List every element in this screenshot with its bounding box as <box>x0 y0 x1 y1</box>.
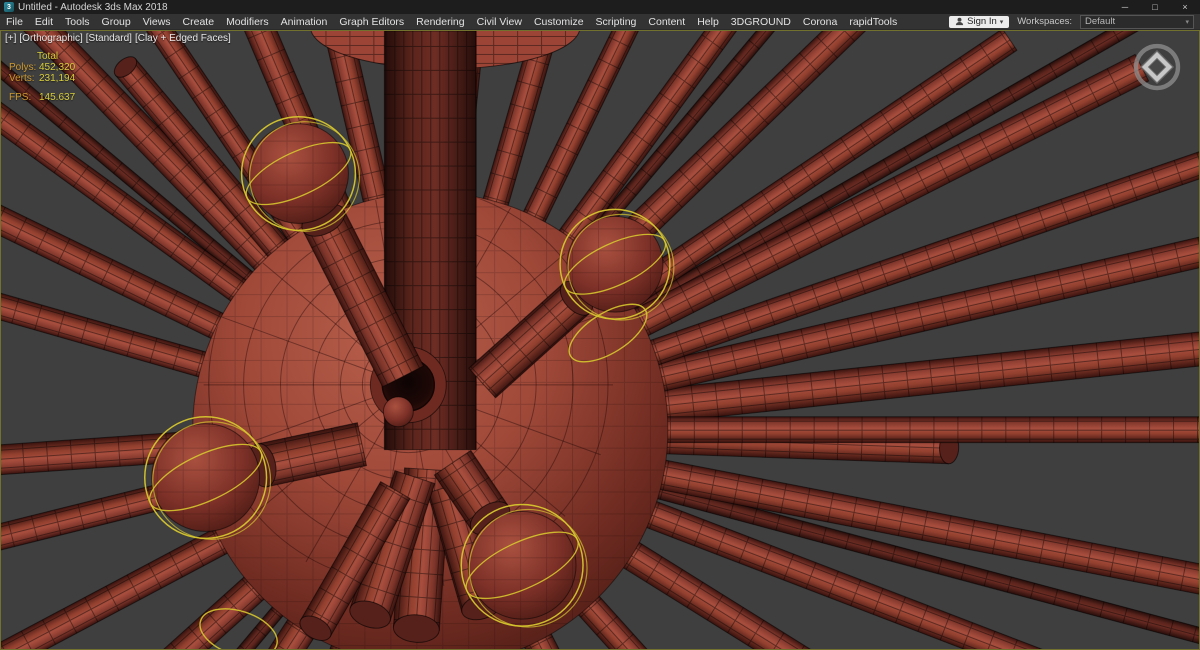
menu-item-customize[interactable]: Customize <box>528 14 590 29</box>
menu-item-group[interactable]: Group <box>96 14 137 29</box>
viewport-pov-menu[interactable]: [Orthographic] <box>19 33 82 44</box>
menu-item-rendering[interactable]: Rendering <box>410 14 470 29</box>
viewport-statistics: Total Polys: 452,320 Verts: 231,194 FPS:… <box>9 52 75 104</box>
menu-item-tools[interactable]: Tools <box>59 14 96 29</box>
menubar-right: Sign In ▾ Workspaces: Default ▾ <box>949 14 1200 29</box>
menu-item-modifiers[interactable]: Modifiers <box>220 14 275 29</box>
minimize-button[interactable]: ─ <box>1110 0 1140 14</box>
viewport-canvas[interactable] <box>1 31 1199 649</box>
menu-item-rapidtools[interactable]: rapidTools <box>843 14 903 29</box>
title-bar: 3 Untitled - Autodesk 3ds Max 2018 ─ □ × <box>0 0 1200 14</box>
menu-item-animation[interactable]: Animation <box>275 14 334 29</box>
menu-item-civil-view[interactable]: Civil View <box>471 14 528 29</box>
menu-item-scripting[interactable]: Scripting <box>590 14 643 29</box>
menu-bar: File Edit Tools Group Views Create Modif… <box>0 14 1200 30</box>
window-controls: ─ □ × <box>1110 0 1200 14</box>
viewcube-gizmo[interactable] <box>1129 39 1185 95</box>
sign-in-label: Sign In <box>967 16 997 27</box>
maximize-button[interactable]: □ <box>1140 0 1170 14</box>
stats-polys-label: Polys: <box>9 62 37 73</box>
menu-item-graph-editors[interactable]: Graph Editors <box>333 14 410 29</box>
stats-verts-value: 231,194 <box>39 73 76 84</box>
menu-item-3dground[interactable]: 3DGROUND <box>725 14 797 29</box>
viewport-shading-menu[interactable]: [Clay + Edged Faces] <box>135 33 231 44</box>
menu-item-edit[interactable]: Edit <box>29 14 59 29</box>
menu-item-views[interactable]: Views <box>137 14 177 29</box>
window-title: Untitled - Autodesk 3ds Max 2018 <box>18 1 168 13</box>
chevron-down-icon: ▾ <box>1185 18 1189 26</box>
workspaces-label: Workspaces: <box>1017 16 1072 27</box>
viewport-label: [+] [Orthographic] [Standard] [Clay + Ed… <box>5 33 231 44</box>
viewport-general-menu[interactable]: [+] <box>5 33 16 44</box>
sign-in-button[interactable]: Sign In ▾ <box>949 15 1010 28</box>
menu-item-file[interactable]: File <box>0 14 29 29</box>
menu-item-create[interactable]: Create <box>177 14 221 29</box>
stats-fps-value: 145.637 <box>39 92 76 103</box>
user-icon <box>956 17 964 26</box>
viewport-standard-menu[interactable]: [Standard] <box>86 33 132 44</box>
stats-polys-value: 452,320 <box>39 62 76 73</box>
app-icon: 3 <box>4 2 14 12</box>
close-button[interactable]: × <box>1170 0 1200 14</box>
workspaces-dropdown[interactable]: Default ▾ <box>1080 14 1194 29</box>
menu-item-content[interactable]: Content <box>642 14 691 29</box>
menu-item-corona[interactable]: Corona <box>797 14 843 29</box>
chevron-down-icon: ▾ <box>999 18 1004 26</box>
stats-verts-label: Verts: <box>9 73 35 84</box>
viewport: [+] [Orthographic] [Standard] [Clay + Ed… <box>0 30 1200 650</box>
stats-fps-label: FPS: <box>9 92 32 103</box>
workspaces-value: Default <box>1085 16 1116 27</box>
menu-item-help[interactable]: Help <box>691 14 725 29</box>
stats-total-label: Total <box>37 51 59 62</box>
